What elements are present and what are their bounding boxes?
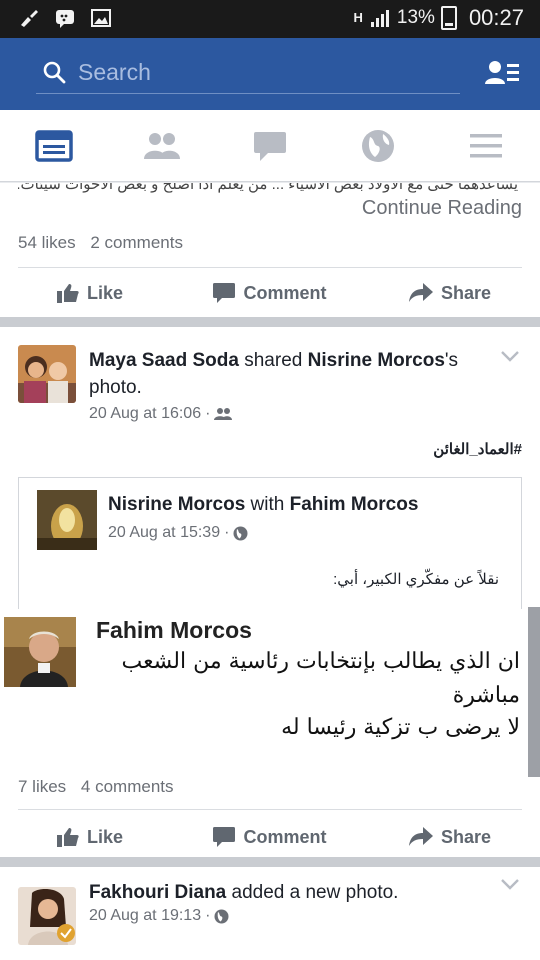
quote-line: ان الذي يطالب بإنتخابات رئاسية من الشعب [121, 649, 520, 674]
divider [18, 809, 522, 810]
share-button[interactable]: Share [360, 812, 540, 862]
tab-friends[interactable] [108, 110, 216, 181]
post-header: Maya Saad Soda shared Nisrine Morcos's p… [89, 347, 489, 401]
shared-author-link[interactable]: Nisrine Morcos [108, 494, 245, 515]
menu-icon [470, 133, 502, 157]
hashtag[interactable]: #العماد_الغائن [433, 440, 522, 458]
avatar[interactable] [37, 490, 97, 550]
globe-icon [362, 129, 394, 162]
chevron-down-icon[interactable] [500, 349, 520, 363]
clock: 00:27 [468, 5, 524, 30]
likes-count[interactable]: 54 likes [18, 233, 76, 252]
shared-post-meta: 20 Aug at 15:39 · [108, 524, 248, 542]
gallery-icon [91, 9, 111, 27]
share-arrow-icon [408, 827, 433, 846]
continue-reading-link[interactable]: Continue Reading [362, 197, 522, 220]
news-feed: يساعدهما حتى مع الاولاد بعض الاشياء ... … [0, 183, 540, 960]
author-link[interactable]: Maya Saad Soda [89, 350, 239, 371]
post-text: يساعدهما حتى مع الاولاد بعض الاشياء ... … [18, 183, 518, 193]
post-separator [0, 857, 540, 867]
timestamp[interactable]: 20 Aug at 15:39 [108, 524, 220, 542]
search-box[interactable] [36, 52, 460, 94]
tagged-person-link[interactable]: Fahim Morcos [290, 494, 419, 515]
shared-post-text: نقلاً عن مفكّري الكبير، أبي: [333, 571, 499, 588]
quote-author: Fahim Morcos [96, 617, 252, 643]
friend-list-icon[interactable] [484, 58, 520, 90]
comment-button[interactable]: Comment [180, 268, 360, 318]
battery-percent: 13% [396, 7, 435, 28]
post-card: Fakhouri Diana added a new photo. 20 Aug… [0, 867, 540, 960]
like-label: Like [86, 282, 124, 303]
with-label: with [250, 494, 285, 515]
post-separator [0, 317, 540, 327]
post-card: يساعدهما حتى مع الاولاد بعض الاشياء ... … [0, 183, 540, 317]
share-button[interactable]: Share [360, 268, 540, 318]
likes-count[interactable]: 7 likes [18, 777, 66, 796]
author-link[interactable]: Fakhouri Diana [89, 882, 226, 903]
post-meta: 20 Aug at 16:06 · [89, 405, 233, 423]
chevron-down-icon[interactable] [500, 877, 520, 891]
thumbs-up-icon [56, 828, 79, 847]
news-feed-icon [35, 129, 73, 162]
globe-icon [214, 909, 229, 923]
comment-icon [213, 283, 236, 303]
search-input[interactable] [78, 56, 438, 88]
avatar[interactable] [18, 887, 76, 945]
comment-button[interactable]: Comment [180, 812, 360, 862]
comments-count[interactable]: 2 comments [90, 233, 183, 252]
tab-news-feed[interactable] [0, 110, 108, 181]
scrollbar[interactable] [528, 607, 540, 777]
search-icon [43, 61, 66, 84]
bbm-icon [56, 10, 74, 28]
quote-line: مباشرة [452, 683, 520, 708]
timestamp[interactable]: 20 Aug at 19:13 [89, 907, 201, 925]
shared-post-header: Nisrine Morcos with Fahim Morcos [108, 494, 418, 516]
quote-image[interactable]: Fahim Morcos ان الذي يطالب بإنتخابات رئا… [0, 609, 540, 759]
like-button[interactable]: Like [0, 268, 180, 318]
tab-messages[interactable] [216, 110, 324, 181]
tab-menu[interactable] [432, 110, 540, 181]
post-verb: shared [244, 350, 303, 371]
network-type: H [353, 10, 363, 25]
reaction-counts: 7 likes 4 comments [18, 777, 184, 797]
post-actions: Like Comment Share [0, 268, 540, 318]
meta-dot: · [224, 524, 230, 541]
timestamp[interactable]: 20 Aug at 16:06 [89, 405, 201, 423]
friends-icon [144, 132, 180, 159]
post-verb: added a new photo. [231, 882, 399, 903]
comment-label: Comment [243, 826, 327, 847]
like-label: Like [86, 826, 124, 847]
post-header: Fakhouri Diana added a new photo. [89, 879, 489, 906]
comment-label: Comment [243, 282, 327, 303]
quote-photo [4, 617, 76, 687]
status-bar: H 13% 00:27 [0, 0, 540, 38]
reaction-counts: 54 likes 2 comments [18, 233, 193, 253]
cleaner-icon [21, 10, 38, 27]
like-button[interactable]: Like [0, 812, 180, 862]
comment-icon [213, 827, 236, 847]
thumbs-up-icon [56, 284, 79, 303]
friends-audience-icon [214, 408, 233, 420]
share-arrow-icon [408, 283, 433, 302]
signal-icon [370, 10, 389, 27]
meta-dot: · [205, 907, 211, 924]
tab-notifications[interactable] [324, 110, 432, 181]
messages-icon [254, 131, 286, 161]
globe-icon [233, 526, 248, 540]
battery-icon [440, 6, 457, 30]
post-card: Maya Saad Soda shared Nisrine Morcos's p… [0, 327, 540, 857]
post-actions: Like Comment Share [0, 812, 540, 862]
comments-count[interactable]: 4 comments [81, 777, 174, 796]
share-label: Share [440, 282, 492, 303]
top-bar [0, 38, 540, 110]
shared-source-link[interactable]: Nisrine Morcos [308, 350, 445, 371]
share-label: Share [440, 826, 492, 847]
tab-bar [0, 110, 540, 182]
post-meta: 20 Aug at 19:13 · [89, 907, 229, 925]
avatar[interactable] [18, 345, 76, 403]
quote-line: لا يرضى ب تزكية رئيسا له [281, 715, 520, 740]
meta-dot: · [205, 405, 211, 422]
